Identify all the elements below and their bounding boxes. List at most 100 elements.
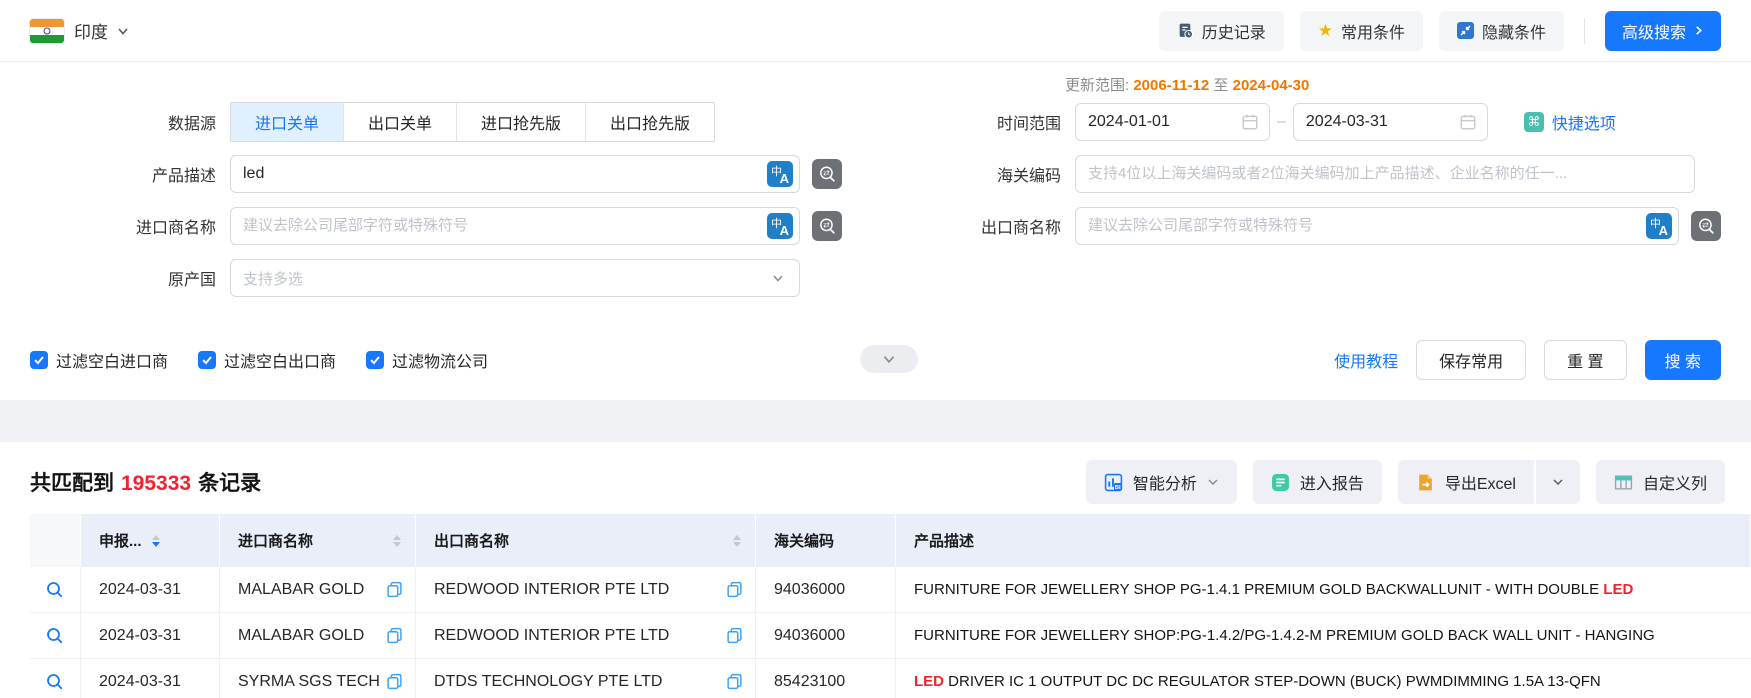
- tab-import-preview[interactable]: 进口抢先版: [457, 103, 587, 141]
- tab-export-declaration[interactable]: 出口关单: [344, 103, 458, 141]
- top-bar: 印度 历史记录 ★ 常用条件 隐藏条件 高级搜索: [0, 0, 1751, 62]
- collapse-form-toggle[interactable]: [860, 345, 918, 373]
- importer-cell[interactable]: MALABAR GOLD: [238, 627, 364, 645]
- origin-country-label: 原产国: [167, 272, 216, 289]
- synonym-search-icon[interactable]: ⇄: [812, 211, 842, 241]
- exporter-name-label: 出口商名称: [980, 220, 1061, 237]
- collapse-icon: [1456, 22, 1474, 39]
- export-excel-label: 导出Excel: [1444, 476, 1516, 493]
- translate-icon[interactable]: 中A: [1646, 213, 1672, 239]
- header-cell-hs-code: 海关编码: [756, 514, 896, 567]
- checkbox-checked-icon: [366, 351, 385, 369]
- importer-name-label: 进口商名称: [135, 220, 216, 237]
- synonym-search-icon[interactable]: ⇄: [1691, 211, 1721, 241]
- search-form: 数据源 进口关单 出口关单 进口抢先版 出口抢先版 产品描述 中A: [0, 62, 1751, 400]
- header-cell-exporter[interactable]: 出口商名称: [416, 514, 756, 567]
- enter-report-button[interactable]: 进入报告: [1252, 460, 1382, 504]
- exporter-input[interactable]: [1088, 217, 1640, 235]
- search-button[interactable]: 搜 索: [1644, 340, 1721, 380]
- reset-button[interactable]: 重 置: [1544, 340, 1627, 380]
- exporter-cell[interactable]: REDWOOD INTERIOR PTE LTD: [434, 627, 669, 645]
- product-desc-input[interactable]: [243, 165, 761, 183]
- filter-blank-importer[interactable]: 过滤空白进口商: [30, 348, 168, 372]
- hs-code-label: 海关编码: [996, 168, 1061, 185]
- exporter-cell[interactable]: REDWOOD INTERIOR PTE LTD: [434, 581, 669, 599]
- export-excel-button[interactable]: 导出Excel: [1397, 460, 1534, 504]
- smart-analysis-button[interactable]: BI 智能分析: [1085, 460, 1237, 504]
- date-to-input[interactable]: [1305, 113, 1459, 131]
- favorites-button[interactable]: ★ 常用条件: [1299, 10, 1423, 51]
- country-chevron-down-icon[interactable]: [116, 24, 130, 38]
- origin-country-placeholder: 支持多选: [243, 270, 304, 288]
- chevron-down-icon: [1207, 476, 1219, 488]
- copy-icon[interactable]: [386, 627, 403, 644]
- hs-code-input[interactable]: [1088, 165, 1688, 183]
- filter-row: 过滤空白进口商 过滤空白出口商 过滤物流公司 使用教程 保存常用 重 置 搜 索: [30, 340, 1721, 380]
- importer-input[interactable]: [243, 217, 761, 235]
- export-options-toggle[interactable]: [1535, 460, 1580, 504]
- importer-cell[interactable]: MALABAR GOLD: [238, 581, 364, 599]
- declare-date-cell: 2024-03-31: [99, 580, 181, 598]
- filter-logistics[interactable]: 过滤物流公司: [366, 348, 488, 372]
- svg-text:BI: BI: [1115, 484, 1121, 490]
- svg-text:⇄: ⇄: [823, 221, 830, 230]
- translate-icon[interactable]: 中A: [767, 161, 793, 187]
- importer-inputbox: 中A: [230, 207, 800, 245]
- view-detail-icon[interactable]: [45, 626, 65, 646]
- sort-carets[interactable]: [393, 534, 401, 547]
- excel-export-icon: [1416, 473, 1435, 492]
- customize-columns-button[interactable]: 自定义列: [1595, 460, 1725, 504]
- results-count: 195333: [121, 472, 192, 495]
- sort-carets[interactable]: [733, 534, 741, 547]
- datasource-tabs: 进口关单 出口关单 进口抢先版 出口抢先版: [230, 102, 716, 142]
- advanced-search-label: 高级搜索: [1621, 24, 1686, 42]
- origin-country-select[interactable]: 支持多选: [230, 259, 800, 297]
- synonym-search-icon[interactable]: ⇄: [812, 159, 842, 189]
- view-detail-icon[interactable]: [45, 580, 65, 600]
- importer-cell[interactable]: SYRMA SGS TECH: [238, 673, 380, 691]
- exporter-inputbox: 中A: [1075, 207, 1679, 245]
- copy-icon[interactable]: [726, 627, 743, 644]
- enter-report-label: 进入报告: [1299, 476, 1364, 493]
- product-desc-cell: LED DRIVER IC 1 OUTPUT DC DC REGULATOR S…: [914, 673, 1601, 690]
- declare-date-cell: 2024-03-31: [99, 672, 181, 690]
- header-cell-importer[interactable]: 进口商名称: [220, 514, 416, 567]
- history-icon: [1177, 22, 1194, 39]
- exporter-cell[interactable]: DTDS TECHNOLOGY PTE LTD: [434, 673, 662, 691]
- tutorial-link[interactable]: 使用教程: [1334, 348, 1398, 372]
- header-cell-product-desc: 产品描述: [896, 514, 1751, 567]
- date-from-box: [1075, 103, 1270, 141]
- date-from-input[interactable]: [1088, 113, 1241, 131]
- quick-options-link[interactable]: ⌘ 快捷选项: [1523, 110, 1616, 134]
- advanced-search-button[interactable]: 高级搜索: [1604, 10, 1721, 51]
- date-range-separator: –: [1277, 113, 1286, 130]
- india-flag-icon: [30, 18, 64, 43]
- history-button[interactable]: 历史记录: [1158, 10, 1284, 51]
- sort-carets[interactable]: [151, 534, 160, 547]
- tab-import-declaration[interactable]: 进口关单: [231, 103, 345, 141]
- update-range-text: 更新范围: 2006-11-12 至 2024-04-30: [1065, 77, 1310, 94]
- copy-icon[interactable]: [726, 673, 743, 690]
- table-columns-icon: [1614, 473, 1633, 492]
- tab-export-preview[interactable]: 出口抢先版: [586, 103, 714, 141]
- calendar-icon[interactable]: [1459, 113, 1477, 131]
- hs-code-cell: 94036000: [774, 626, 846, 644]
- copy-icon[interactable]: [726, 581, 743, 598]
- copy-icon[interactable]: [386, 673, 403, 690]
- hs-code-cell: 94036000: [774, 580, 846, 598]
- translate-icon[interactable]: 中A: [767, 213, 793, 239]
- save-favorite-button[interactable]: 保存常用: [1416, 340, 1527, 380]
- report-icon: [1271, 473, 1290, 492]
- date-to-box: [1292, 103, 1488, 141]
- country-selector-label[interactable]: 印度: [74, 18, 108, 43]
- header-cell-declare-date[interactable]: 申报...: [81, 514, 220, 567]
- view-detail-icon[interactable]: [45, 672, 65, 692]
- star-icon: ★: [1317, 21, 1333, 40]
- calendar-icon[interactable]: [1241, 113, 1259, 131]
- copy-icon[interactable]: [386, 581, 403, 598]
- filter-blank-exporter[interactable]: 过滤空白出口商: [198, 348, 336, 372]
- history-label: 历史记录: [1201, 24, 1266, 42]
- hide-conditions-button[interactable]: 隐藏条件: [1438, 10, 1564, 51]
- results-summary: 共匹配到 195333 条记录: [30, 472, 262, 495]
- header-cell-action: [30, 514, 81, 567]
